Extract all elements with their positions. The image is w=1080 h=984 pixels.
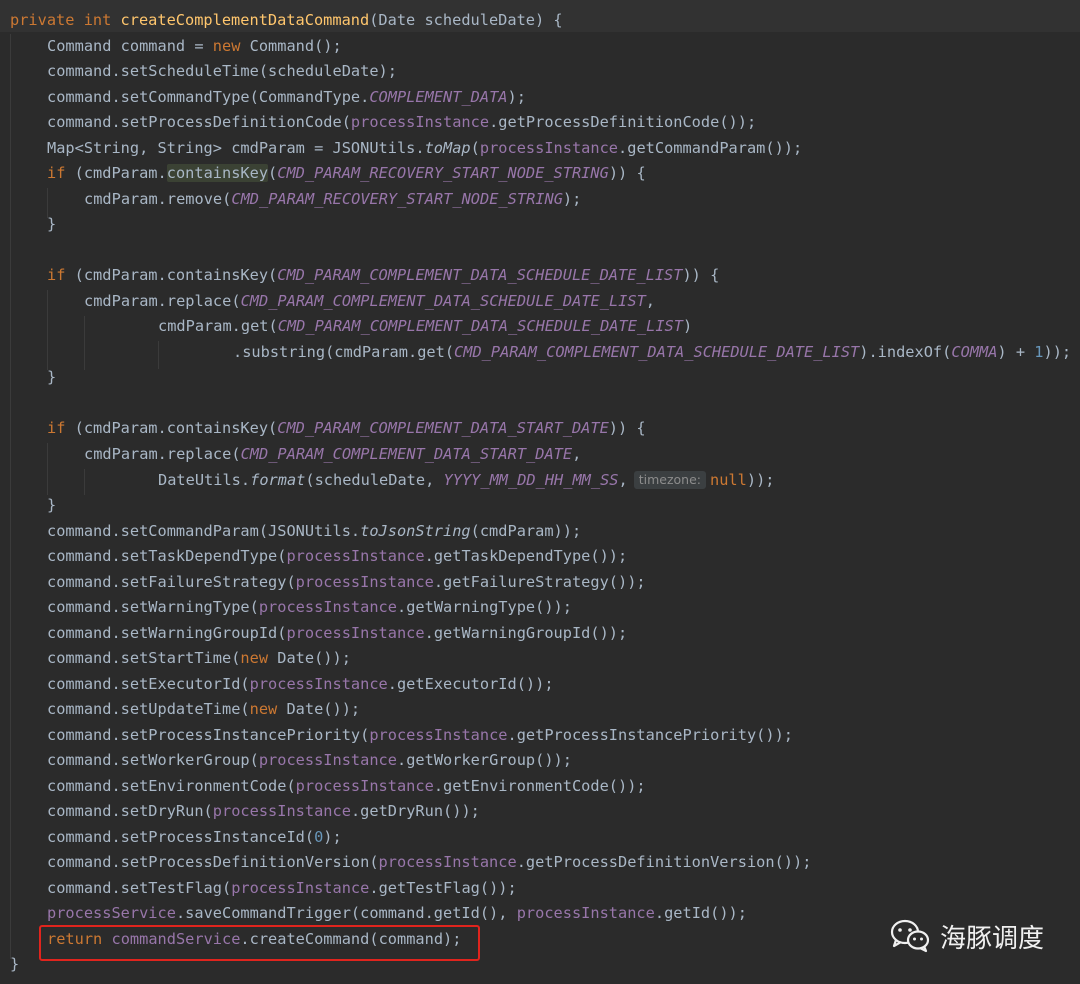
code-line: cmdParam.get(CMD_PARAM_COMPLEMENT_DATA_S… [158, 317, 693, 335]
highlight-box [39, 925, 480, 961]
code-line: } [47, 368, 57, 386]
code-line: command.setScheduleTime(scheduleDate); [47, 62, 397, 80]
code-line: command.setWarningGroupId(processInstanc… [47, 624, 628, 642]
indent-guide [47, 290, 48, 370]
code-line: cmdParam.remove(CMD_PARAM_RECOVERY_START… [84, 190, 582, 208]
parameter-hint: timezone: [633, 471, 707, 489]
code-line: command.setTestFlag(processInstance.getT… [47, 879, 517, 897]
code-line: if (cmdParam.containsKey(CMD_PARAM_COMPL… [47, 419, 646, 437]
code-line: command.setProcessInstancePriority(proce… [47, 726, 793, 744]
watermark: 海豚调度 [890, 918, 1044, 954]
code-line: } [47, 496, 57, 514]
indent-guide [158, 341, 159, 369]
code-line: command.setProcessDefinitionCode(process… [47, 113, 757, 131]
code-line: if (cmdParam.containsKey(CMD_PARAM_RECOV… [47, 164, 646, 182]
code-line: command.setCommandType(CommandType.COMPL… [47, 88, 526, 106]
wechat-icon [890, 919, 930, 953]
code-line: processService.saveCommandTrigger(comman… [47, 904, 747, 922]
indent-guide [10, 34, 11, 959]
indent-guide [84, 316, 85, 370]
code-line: command.setCommandParam(JSONUtils.toJson… [47, 522, 582, 540]
code-line: if (cmdParam.containsKey(CMD_PARAM_COMPL… [47, 266, 720, 284]
code-editor[interactable]: private int createComplementDataCommand(… [0, 0, 1080, 984]
code-line: private int createComplementDataCommand(… [10, 11, 563, 29]
code-line: command.setDryRun(processInstance.getDry… [47, 802, 480, 820]
code-line: Map<String, String> cmdParam = JSONUtils… [47, 139, 803, 157]
code-line: command.setTaskDependType(processInstanc… [47, 547, 628, 565]
watermark-text: 海豚调度 [940, 923, 1045, 954]
code-line: Command command = new Command(); [47, 37, 342, 55]
usage-highlight: containsKey [166, 164, 269, 182]
code-line: .substring(cmdParam.get(CMD_PARAM_COMPLE… [233, 343, 1072, 361]
indent-guide [84, 469, 85, 495]
code-line: } [47, 215, 57, 233]
code-line: cmdParam.replace(CMD_PARAM_COMPLEMENT_DA… [84, 445, 582, 463]
code-line: command.setExecutorId(processInstance.ge… [47, 675, 554, 693]
code-line: command.setEnvironmentCode(processInstan… [47, 777, 646, 795]
code-line: } [10, 955, 20, 973]
code-line: DateUtils.format(scheduleDate, YYYY_MM_D… [158, 471, 775, 489]
indent-guide [47, 443, 48, 495]
code-line: cmdParam.replace(CMD_PARAM_COMPLEMENT_DA… [84, 292, 655, 310]
code-line: command.setWorkerGroup(processInstance.g… [47, 751, 572, 769]
code-line: command.setUpdateTime(new Date()); [47, 700, 361, 718]
code-line: command.setFailureStrategy(processInstan… [47, 573, 646, 591]
code-line: command.setWarningType(processInstance.g… [47, 598, 572, 616]
code-line: command.setStartTime(new Date()); [47, 649, 351, 667]
code-line: command.setProcessInstanceId(0); [47, 828, 342, 846]
code-line: command.setProcessDefinitionVersion(proc… [47, 853, 812, 871]
